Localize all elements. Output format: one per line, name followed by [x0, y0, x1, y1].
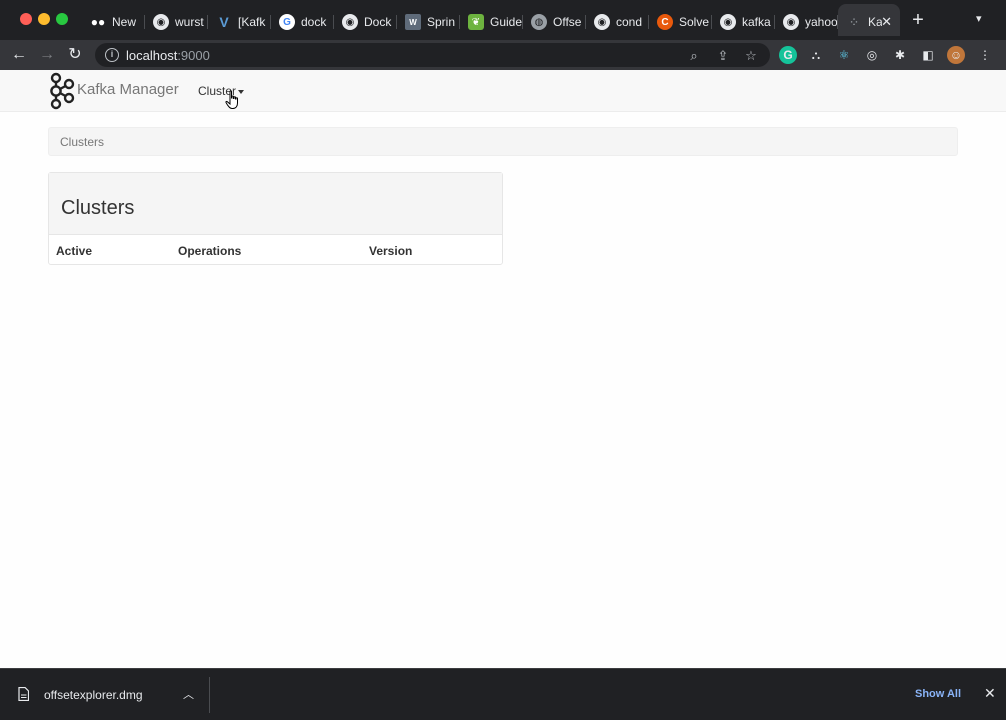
minimize-window-button[interactable]: [38, 13, 50, 25]
c-icon: C: [657, 14, 673, 30]
brand-title[interactable]: Kafka Manager: [77, 81, 179, 98]
github-icon: ◉: [342, 14, 358, 30]
kafka-logo-icon[interactable]: [48, 72, 76, 110]
maximize-window-button[interactable]: [56, 13, 68, 25]
panel-heading: Clusters: [49, 173, 502, 235]
tab-docker-github[interactable]: ◉ Dock: [334, 8, 397, 36]
tab-wurst[interactable]: ◉ wurst: [145, 8, 208, 36]
tab-strip: ●● New ◉ wurst V [Kafk G dock ◉ Dock W S…: [82, 4, 900, 36]
tab-kafka-github[interactable]: ◉ kafka: [712, 8, 775, 36]
github-icon: ◉: [153, 14, 169, 30]
chevron-up-icon[interactable]: ︿: [183, 686, 194, 702]
tab-offset[interactable]: ◍ Offse: [523, 8, 586, 36]
page-content: Kafka Manager Cluster Clusters Clusters …: [0, 70, 1006, 668]
address-bar[interactable]: i localhost:9000 ⌕ ⇪ ☆: [95, 43, 770, 67]
github-icon: ◉: [783, 14, 799, 30]
file-icon: [18, 687, 29, 701]
breadcrumb: Clusters: [48, 127, 958, 156]
share-icon[interactable]: ⇪: [715, 48, 731, 64]
reload-icon[interactable]: ↻: [65, 45, 85, 65]
breadcrumb-item-clusters[interactable]: Clusters: [60, 135, 104, 149]
globe-icon: ◍: [531, 14, 547, 30]
tab-yahoo[interactable]: ◉ yahoo: [775, 8, 838, 36]
download-divider: [209, 677, 210, 713]
forward-arrow-icon[interactable]: →: [37, 45, 57, 65]
zoom-icon[interactable]: ⌕: [686, 48, 702, 64]
spring-doc-icon: W: [405, 14, 421, 30]
panel-title: Clusters: [61, 197, 135, 219]
table-header-row: Active Operations Version: [49, 235, 502, 265]
column-header-version: Version: [369, 244, 413, 258]
download-filename[interactable]: offsetexplorer.dmg: [44, 688, 143, 702]
grammarly-icon[interactable]: G: [779, 46, 797, 64]
column-header-active: Active: [56, 244, 93, 258]
site-info-icon[interactable]: i: [105, 48, 119, 62]
google-icon: G: [279, 14, 295, 30]
back-arrow-icon[interactable]: ←: [9, 45, 29, 65]
address-url: localhost:9000: [126, 48, 210, 63]
browser-menu-icon[interactable]: ⋮: [976, 46, 994, 64]
react-devtools-icon[interactable]: ⚛: [835, 46, 853, 64]
github-icon: ◉: [720, 14, 736, 30]
column-header-operations: Operations: [178, 244, 242, 258]
medium-icon: ●●: [90, 15, 106, 29]
download-shelf: offsetexplorer.dmg ︿ Show All ✕: [0, 668, 1006, 720]
tab-new[interactable]: ●● New: [82, 8, 145, 36]
network-extension-icon[interactable]: ⛬: [807, 46, 825, 64]
tab-solve[interactable]: C Solve: [649, 8, 712, 36]
spring-icon: ❦: [468, 14, 484, 30]
tab-kafka-v[interactable]: V [Kafk: [208, 8, 271, 36]
bookmark-star-icon[interactable]: ☆: [743, 48, 759, 64]
profile-avatar[interactable]: ☺: [947, 46, 965, 64]
close-icon[interactable]: ✕: [984, 685, 996, 702]
v-icon: V: [219, 14, 229, 30]
browser-titlebar: ●● New ◉ wurst V [Kafk G dock ◉ Dock W S…: [0, 0, 1006, 40]
tab-guide[interactable]: ❦ Guide: [460, 8, 523, 36]
browser-toolbar: ← → ↻ i localhost:9000 ⌕ ⇪ ☆ G ⛬ ⚛ ◎ ✱ ◧…: [0, 40, 1006, 70]
tab-docker-google[interactable]: G dock: [271, 8, 334, 36]
tab-search-chevron-icon[interactable]: ▾: [976, 12, 982, 25]
tab-spring[interactable]: W Sprin: [397, 8, 460, 36]
extensions-puzzle-icon[interactable]: ✱: [891, 46, 909, 64]
target-extension-icon[interactable]: ◎: [863, 46, 881, 64]
kafka-icon: ⁘: [850, 16, 858, 27]
new-tab-button[interactable]: +: [908, 10, 928, 30]
tab-kafka-manager[interactable]: ⁘ Ka ✕: [838, 4, 900, 36]
clusters-panel: Clusters Active Operations Version: [48, 172, 503, 265]
side-panel-icon[interactable]: ◧: [919, 46, 937, 64]
close-tab-icon[interactable]: ✕: [881, 14, 892, 30]
github-icon: ◉: [594, 14, 610, 30]
tab-cond[interactable]: ◉ cond: [586, 8, 649, 36]
show-all-link[interactable]: Show All: [915, 688, 961, 700]
close-window-button[interactable]: [20, 13, 32, 25]
app-navbar: Kafka Manager Cluster: [0, 70, 1006, 112]
hand-pointer-cursor-icon: [225, 90, 238, 109]
